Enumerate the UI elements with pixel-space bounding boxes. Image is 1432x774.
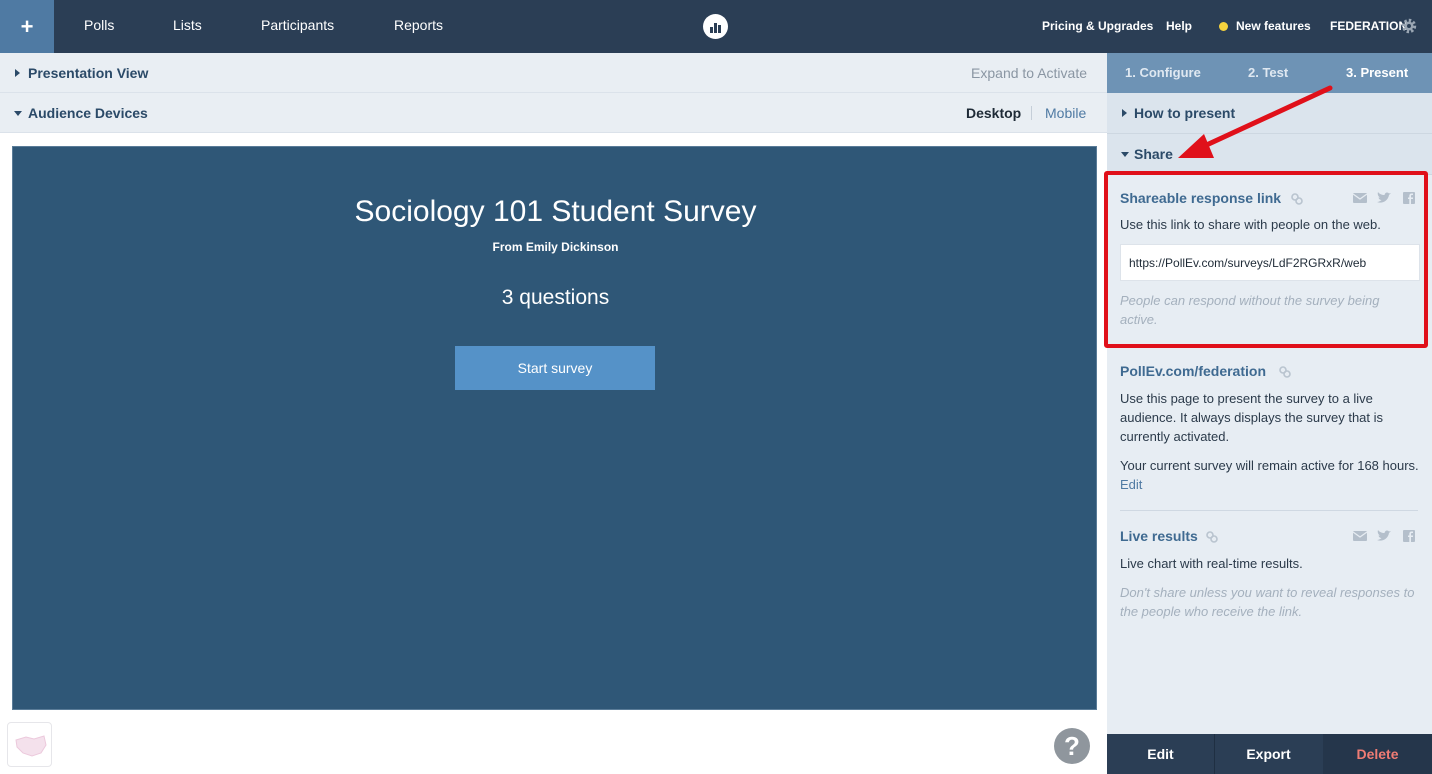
help-question-icon[interactable]: ? xyxy=(1054,728,1090,764)
survey-question-count: 3 questions xyxy=(501,286,610,309)
nav-reports[interactable]: Reports xyxy=(394,0,443,53)
device-desktop[interactable]: Desktop xyxy=(966,93,1021,133)
shareable-link-note: People can respond without the survey be… xyxy=(1120,293,1380,327)
live-results-description: Live chart with real-time results. xyxy=(1120,556,1303,571)
account-menu[interactable]: FEDERATION xyxy=(1330,0,1407,53)
live-results-note: Don't share unless you want to reveal re… xyxy=(1120,585,1415,619)
caret-right-icon xyxy=(15,69,20,77)
shareable-link-description: Use this link to share with people on th… xyxy=(1120,217,1381,232)
export-button[interactable]: Export xyxy=(1215,734,1322,774)
step-present[interactable]: 3. Present xyxy=(1346,53,1408,93)
twitter-icon[interactable] xyxy=(1377,530,1391,542)
sticker-icon[interactable] xyxy=(7,722,52,767)
section-divider xyxy=(1120,510,1418,511)
link-icon[interactable] xyxy=(1279,366,1291,378)
gear-icon[interactable] xyxy=(1400,17,1418,35)
email-icon[interactable] xyxy=(1353,530,1367,542)
link-icon[interactable] xyxy=(1291,193,1303,205)
create-button[interactable]: + xyxy=(0,0,54,53)
facebook-icon[interactable] xyxy=(1402,530,1416,542)
facebook-icon[interactable] xyxy=(1402,192,1416,204)
logo-icon[interactable] xyxy=(703,14,728,39)
active-duration-text: Your current survey will remain active f… xyxy=(1120,458,1419,473)
survey-title: Sociology 101 Student Survey xyxy=(354,195,757,228)
new-features-dot-icon xyxy=(1219,22,1228,31)
presentation-view-title: Presentation View xyxy=(28,65,149,81)
caret-down-icon xyxy=(14,111,22,116)
pricing-link[interactable]: Pricing & Upgrades xyxy=(1042,0,1153,53)
edit-duration-link[interactable]: Edit xyxy=(1120,477,1142,492)
delete-button[interactable]: Delete xyxy=(1323,734,1432,774)
pollev-active-text: Your current survey will remain active f… xyxy=(1120,456,1420,494)
start-survey-button[interactable]: Start survey xyxy=(455,346,655,390)
shareable-url-input[interactable] xyxy=(1120,244,1420,281)
annotation-arrow-icon xyxy=(1178,85,1333,158)
top-nav: + Polls Lists Participants Reports Prici… xyxy=(0,0,1432,53)
bottom-action-bar: Edit Export Delete xyxy=(1107,734,1432,774)
audience-devices-bar[interactable]: Audience Devices Desktop Mobile xyxy=(0,93,1107,133)
pollev-link-title[interactable]: PollEv.com/federation xyxy=(1120,363,1266,379)
email-icon[interactable] xyxy=(1353,192,1367,204)
device-separator xyxy=(1031,106,1032,120)
pollev-description: Use this page to present the survey to a… xyxy=(1120,391,1384,444)
survey-author: From Emily Dickinson xyxy=(492,240,619,254)
live-results-title[interactable]: Live results xyxy=(1120,528,1198,544)
survey-preview: Sociology 101 Student Survey From Emily … xyxy=(12,146,1097,710)
nav-polls[interactable]: Polls xyxy=(84,0,114,53)
nav-participants[interactable]: Participants xyxy=(261,0,334,53)
presentation-view-bar[interactable]: Presentation View Expand to Activate xyxy=(0,53,1107,93)
nav-lists[interactable]: Lists xyxy=(173,0,202,53)
expand-to-activate[interactable]: Expand to Activate xyxy=(971,53,1087,93)
link-icon[interactable] xyxy=(1206,531,1218,543)
caret-right-icon xyxy=(1122,109,1127,117)
caret-down-icon xyxy=(1121,152,1129,157)
new-features-link[interactable]: New features xyxy=(1236,0,1311,53)
help-link[interactable]: Help xyxy=(1166,0,1192,53)
edit-button[interactable]: Edit xyxy=(1107,734,1214,774)
device-mobile[interactable]: Mobile xyxy=(1045,93,1086,133)
audience-devices-title: Audience Devices xyxy=(28,105,148,121)
map-sticker-icon xyxy=(15,735,47,757)
twitter-icon[interactable] xyxy=(1377,192,1391,204)
shareable-link-title[interactable]: Shareable response link xyxy=(1120,190,1281,206)
